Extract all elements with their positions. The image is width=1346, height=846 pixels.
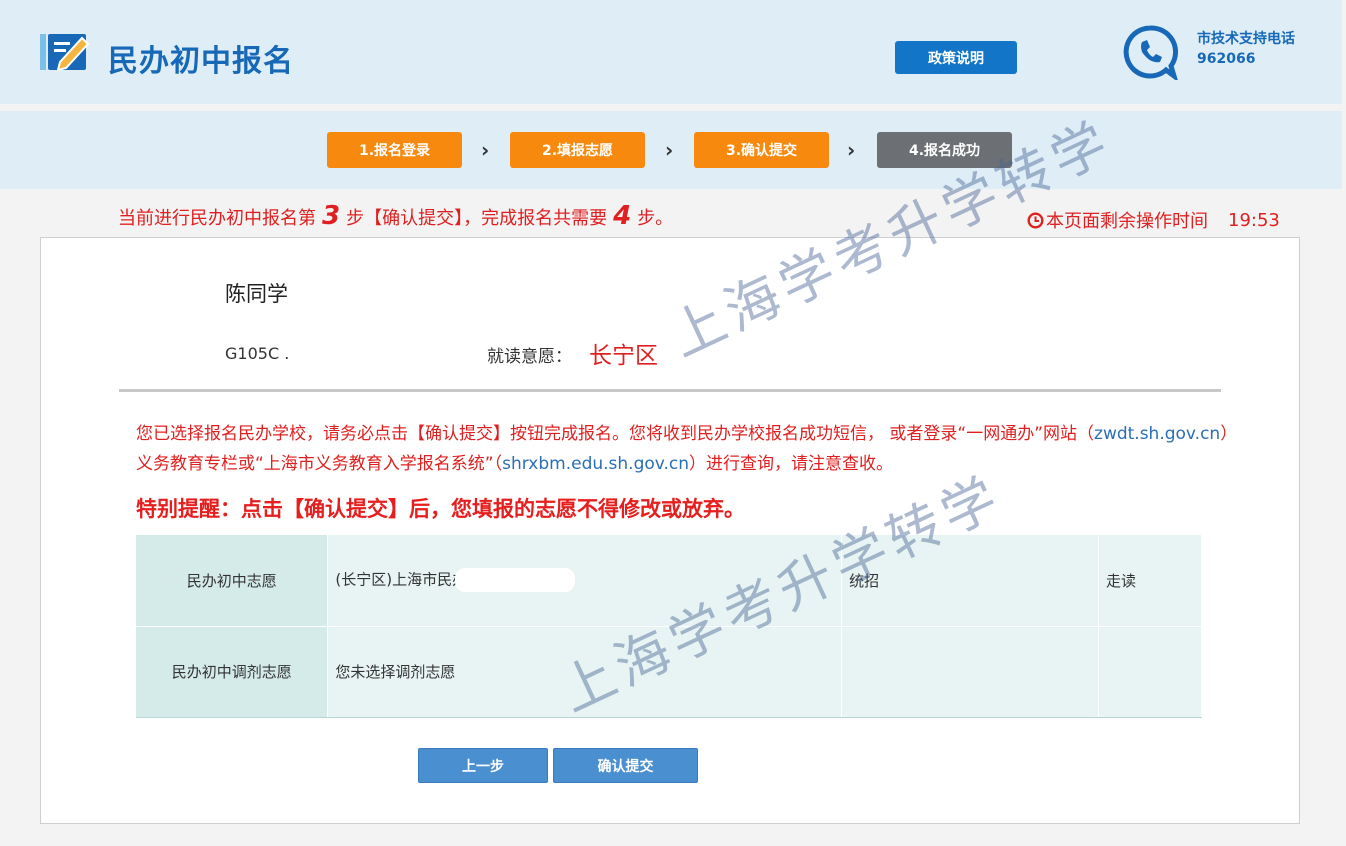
preferences-table: 民办初中志愿 (长宁区)上海市民办 统招 走读 民办初中调剂志愿 您未选择调剂志… [136,535,1202,718]
edit-form-icon [40,34,90,72]
school-cell: 您未选择调剂志愿 [327,626,843,718]
row-header: 民办初中调剂志愿 [136,626,329,718]
steps-bar: 1.报名登录 › 2.填报志愿 › 3.确认提交 › 4.报名成功 [0,111,1342,189]
phone-support-icon [1123,25,1178,80]
progress-prefix: 当前进行民办初中报名第 [118,208,316,229]
current-step-number: 3 [322,201,341,231]
school-name: (长宁区)上海市民办 [335,570,468,589]
school-cell: (长宁区)上海市民办 [327,535,843,627]
timer-value: 19:53 [1228,209,1280,231]
chevron-right-icon: › [665,138,674,162]
total-steps-number: 4 [613,201,632,231]
divider [119,389,1221,392]
admission-type-cell: 统招 [841,535,1100,627]
chevron-right-icon: › [847,138,856,162]
shrxbm-link[interactable]: shrxbm.edu.sh.gov.cn [502,454,689,474]
admission-type-cell [841,626,1100,718]
progress-suffix: 步。 [637,208,674,229]
policy-button[interactable]: 政策说明 [895,41,1017,74]
student-id: G105C . [225,344,290,363]
previous-step-button[interactable]: 上一步 [418,748,548,783]
zwdt-link[interactable]: zwdt.sh.gov.cn [1094,424,1220,444]
app-title: 民办初中报名 [108,44,294,79]
timer-label: 本页面剩余操作时间 [1046,211,1208,232]
table-row: 民办初中调剂志愿 您未选择调剂志愿 [136,626,1202,718]
progress-text: 当前进行民办初中报名第 3 步【确认提交】，完成报名共需要 4 步。 [118,201,673,231]
attendance-mode-cell [1098,626,1202,718]
notice-text: 您已选择报名民办学校，请务必点击【确认提交】按钮完成报名。您将收到民办学校报名成… [136,419,1236,479]
countdown-timer: 本页面剩余操作时间 19:53 [1027,207,1280,233]
intent-label: 就读意愿： [487,347,572,367]
step-success: 4.报名成功 [877,132,1012,168]
clock-icon [1027,211,1044,229]
student-name: 陈同学 [225,282,288,306]
chevron-right-icon: › [481,138,490,162]
notice-part1: 您已选择报名民办学校，请务必点击【确认提交】按钮完成报名。您将收到民办学校报名成… [136,424,1095,444]
confirm-card: 陈同学 G105C . 就读意愿： 长宁区 您已选择报名民办学校，请务必点击【确… [40,237,1300,824]
redaction-mark [455,568,576,593]
step-confirm-submit: 3.确认提交 [694,132,829,168]
special-warning: 特别提醒：点击【确认提交】后，您填报的志愿不得修改或放弃。 [136,497,745,521]
page-header: 民办初中报名 政策说明 市技术支持电话 962066 [0,0,1342,104]
step-login: 1.报名登录 [327,132,462,168]
table-row: 民办初中志愿 (长宁区)上海市民办 统招 走读 [136,535,1202,627]
intent-value: 长宁区 [589,343,658,369]
progress-middle: 步【确认提交】，完成报名共需要 [346,208,608,229]
support-label: 市技术支持电话 [1197,31,1295,47]
support-phone: 962066 [1197,51,1256,67]
step-fill-preferences: 2.填报志愿 [510,132,645,168]
attendance-mode-cell: 走读 [1098,535,1202,627]
confirm-submit-button[interactable]: 确认提交 [553,748,698,783]
notice-part3: ）进行查询，请注意查收。 [689,454,894,474]
row-header: 民办初中志愿 [136,535,329,627]
